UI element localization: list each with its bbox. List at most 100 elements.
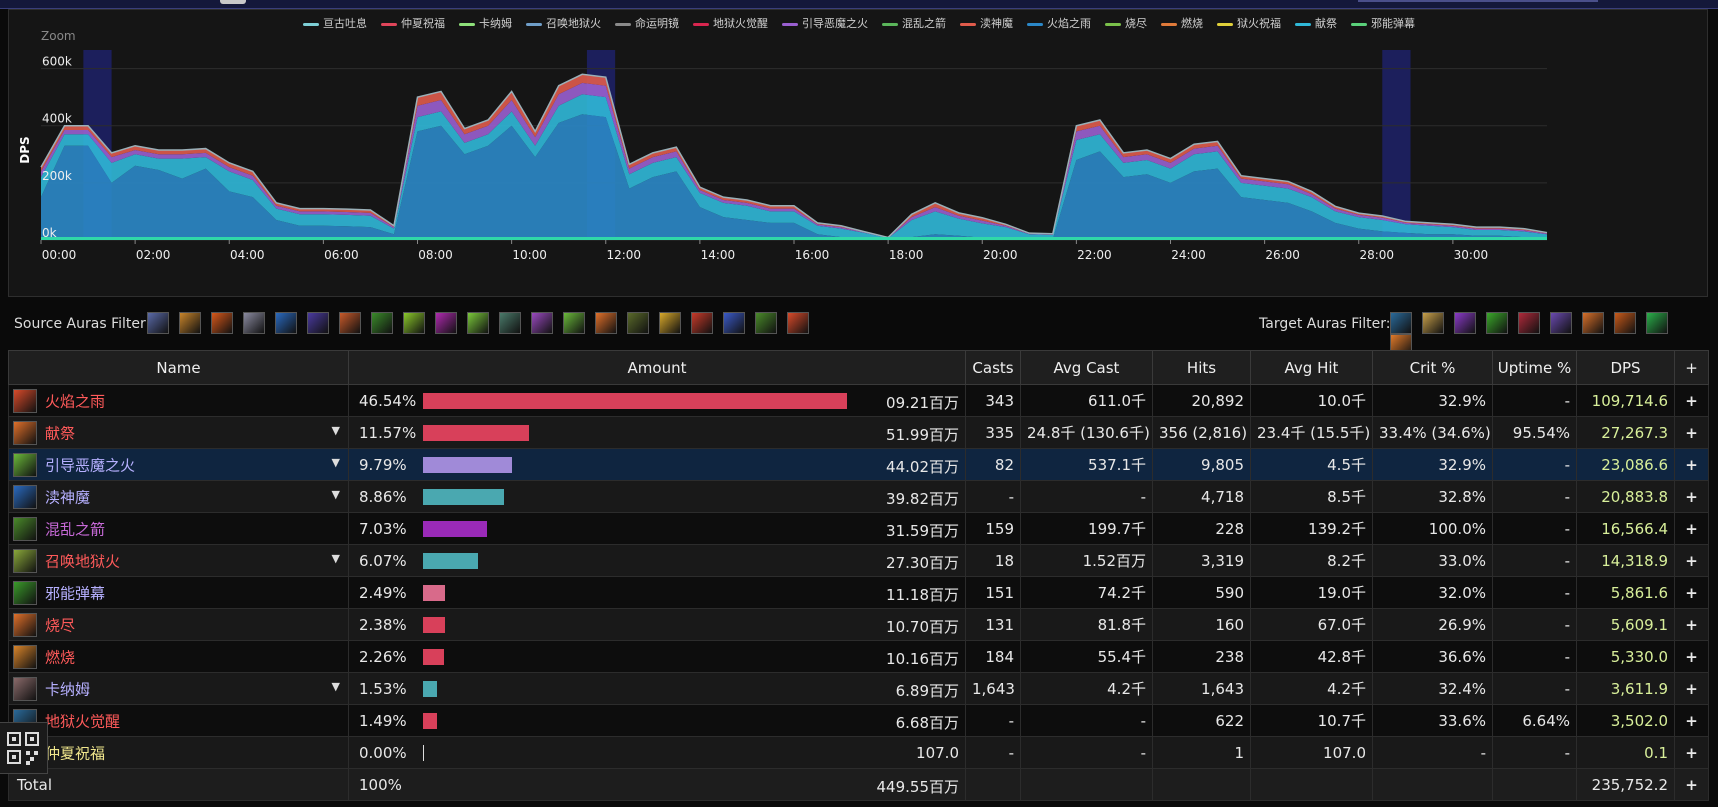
legend-item[interactable]: 烧尽 <box>1105 15 1147 31</box>
qr-code-button[interactable] <box>0 722 48 774</box>
spell-name-cell[interactable]: 火焰之雨 <box>8 384 349 417</box>
aura-icon[interactable] <box>499 312 521 334</box>
aura-icon[interactable] <box>467 312 489 334</box>
legend-item[interactable]: 卡纳姆 <box>459 15 512 31</box>
header-amount[interactable]: Amount <box>348 350 966 385</box>
aura-icon[interactable] <box>1422 312 1444 334</box>
header-casts[interactable]: Casts <box>965 350 1021 385</box>
legend-item[interactable]: 亘古吐息 <box>303 15 367 31</box>
header-crit[interactable]: Crit % <box>1372 350 1493 385</box>
aura-icon[interactable] <box>627 312 649 334</box>
aura-icon[interactable] <box>147 312 169 334</box>
legend-item[interactable]: 狱火祝福 <box>1217 15 1281 31</box>
aura-icon[interactable] <box>1582 312 1604 334</box>
add-row-button[interactable]: + <box>1674 576 1709 609</box>
spell-name-cell[interactable]: 邪能弹幕 <box>8 576 349 609</box>
aura-icon[interactable] <box>723 312 745 334</box>
table-row[interactable]: 仲夏祝福 0.00% 107.0- -1 107.0- -0.1 + <box>8 736 1709 769</box>
add-row-button[interactable]: + <box>1674 416 1709 449</box>
aura-icon[interactable] <box>179 312 201 334</box>
aura-icon[interactable] <box>659 312 681 334</box>
spell-name[interactable]: 引导恶魔之火 <box>45 456 135 474</box>
spell-name[interactable]: 燃烧 <box>45 648 75 666</box>
add-row-button[interactable]: + <box>1674 736 1709 769</box>
aura-icon[interactable] <box>403 312 425 334</box>
legend-item[interactable]: 混乱之箭 <box>882 15 946 31</box>
aura-icon[interactable] <box>307 312 329 334</box>
aura-icon[interactable] <box>1454 312 1476 334</box>
add-row-button[interactable]: + <box>1674 608 1709 641</box>
table-row[interactable]: 地狱火觉醒 1.49% 6.68百万 - -622 10.7千 33.6% 6.64% 3,50… <box>8 704 1709 737</box>
add-row-button[interactable]: + <box>1674 544 1709 577</box>
header-dps[interactable]: DPS <box>1576 350 1675 385</box>
add-row-button[interactable]: + <box>1674 640 1709 673</box>
aura-icon[interactable] <box>275 312 297 334</box>
spell-name-cell[interactable]: 献祭 ▼ <box>8 416 349 449</box>
scroll-handle[interactable] <box>220 0 246 4</box>
aura-icon[interactable] <box>339 312 361 334</box>
table-row[interactable]: 卡纳姆 ▼ 1.53% 6.89百万 1,643 4.2千 1,643 4.2千 32.4% -3… <box>8 672 1709 705</box>
spell-name-cell[interactable]: 召唤地狱火 ▼ <box>8 544 349 577</box>
legend-item[interactable]: 渎神魔 <box>960 15 1013 31</box>
expand-caret-icon[interactable]: ▼ <box>332 488 340 501</box>
spell-name-cell[interactable]: 烧尽 <box>8 608 349 641</box>
aura-icon[interactable] <box>755 312 777 334</box>
aura-icon[interactable] <box>691 312 713 334</box>
aura-icon[interactable] <box>787 312 809 334</box>
header-name[interactable]: Name <box>8 350 349 385</box>
legend-item[interactable]: 仲夏祝福 <box>381 15 445 31</box>
table-row[interactable]: 引导恶魔之火 ▼ 9.79% 44.02百万 82 537.1千 9,805 4.5千 32.9… <box>8 448 1709 481</box>
header-avg-cast[interactable]: Avg Cast <box>1020 350 1153 385</box>
add-row-button[interactable]: + <box>1674 672 1709 705</box>
spell-name[interactable]: 火焰之雨 <box>45 392 105 410</box>
legend-item[interactable]: 地狱火觉醒 <box>693 15 768 31</box>
table-row[interactable]: 召唤地狱火 ▼ 6.07% 27.30百万 18 1.52百万 3,319 8.2千 33.0%… <box>8 544 1709 577</box>
spell-name[interactable]: 邪能弹幕 <box>45 584 105 602</box>
header-uptime[interactable]: Uptime % <box>1492 350 1577 385</box>
add-row-button[interactable]: + <box>1674 448 1709 481</box>
legend-item[interactable]: 引导恶魔之火 <box>782 15 868 31</box>
legend-item[interactable]: 燃烧 <box>1161 15 1203 31</box>
expand-caret-icon[interactable]: ▼ <box>332 552 340 565</box>
add-row-button[interactable]: + <box>1674 704 1709 737</box>
expand-caret-icon[interactable]: ▼ <box>332 680 340 693</box>
spell-name-cell[interactable]: 渎神魔 ▼ <box>8 480 349 513</box>
aura-icon[interactable] <box>1646 312 1668 334</box>
dps-area-chart[interactable]: 0k 200k 400k 600k Zoom DPS 00:00 02:00 04:00 06:0… <box>9 10 1709 298</box>
zoom-label[interactable]: Zoom <box>41 29 76 43</box>
spell-name-cell[interactable]: 引导恶魔之火 ▼ <box>8 448 349 481</box>
header-hits[interactable]: Hits <box>1152 350 1251 385</box>
spell-name-cell[interactable]: 燃烧 <box>8 640 349 673</box>
aura-icon[interactable] <box>1550 312 1572 334</box>
legend-item[interactable]: 邪能弹幕 <box>1351 15 1415 31</box>
spell-name[interactable]: 仲夏祝福 <box>45 744 105 762</box>
table-row[interactable]: 邪能弹幕 2.49% 11.18百万 151 74.2千 590 19.0千 32.0% -5,… <box>8 576 1709 609</box>
spell-name-cell[interactable]: 仲夏祝福 <box>8 736 349 769</box>
aura-icon[interactable] <box>1614 312 1636 334</box>
table-row[interactable]: 献祭 ▼ 11.57% 51.99百万 335 24.8千 (130.6千) 356 (2,… <box>8 416 1709 449</box>
spell-name[interactable]: 渎神魔 <box>45 488 90 506</box>
aura-icon[interactable] <box>243 312 265 334</box>
header-avg-hit[interactable]: Avg Hit <box>1250 350 1373 385</box>
expand-caret-icon[interactable]: ▼ <box>332 424 340 437</box>
spell-name-cell[interactable]: 混乱之箭 <box>8 512 349 545</box>
aura-icon[interactable] <box>595 312 617 334</box>
header-add-column-button[interactable]: + <box>1674 350 1709 385</box>
aura-icon[interactable] <box>371 312 393 334</box>
spell-name[interactable]: 混乱之箭 <box>45 520 105 538</box>
aura-icon[interactable] <box>531 312 553 334</box>
spell-name[interactable]: 卡纳姆 <box>45 680 90 698</box>
legend-item[interactable]: 火焰之雨 <box>1027 15 1091 31</box>
add-row-button[interactable]: + <box>1674 480 1709 513</box>
spell-name[interactable]: 召唤地狱火 <box>45 552 120 570</box>
table-row[interactable]: 燃烧 2.26% 10.16百万 184 55.4千 238 42.8千 36.6% -5,33… <box>8 640 1709 673</box>
spell-name[interactable]: 烧尽 <box>45 616 75 634</box>
timeline-scrollbar[interactable] <box>0 0 1718 9</box>
table-row[interactable]: 火焰之雨 46.54% 09.21百万 343 611.0千 20,892 10.0千 32.… <box>8 384 1709 417</box>
legend-item[interactable]: 命运明镜 <box>615 15 679 31</box>
spell-name[interactable]: 地狱火觉醒 <box>45 712 120 730</box>
add-row-button[interactable]: + <box>1674 512 1709 545</box>
aura-icon[interactable] <box>211 312 233 334</box>
aura-icon[interactable] <box>563 312 585 334</box>
table-row[interactable]: 混乱之箭 7.03% 31.59百万 159 199.7千 228 139.2千 100.0%… <box>8 512 1709 545</box>
